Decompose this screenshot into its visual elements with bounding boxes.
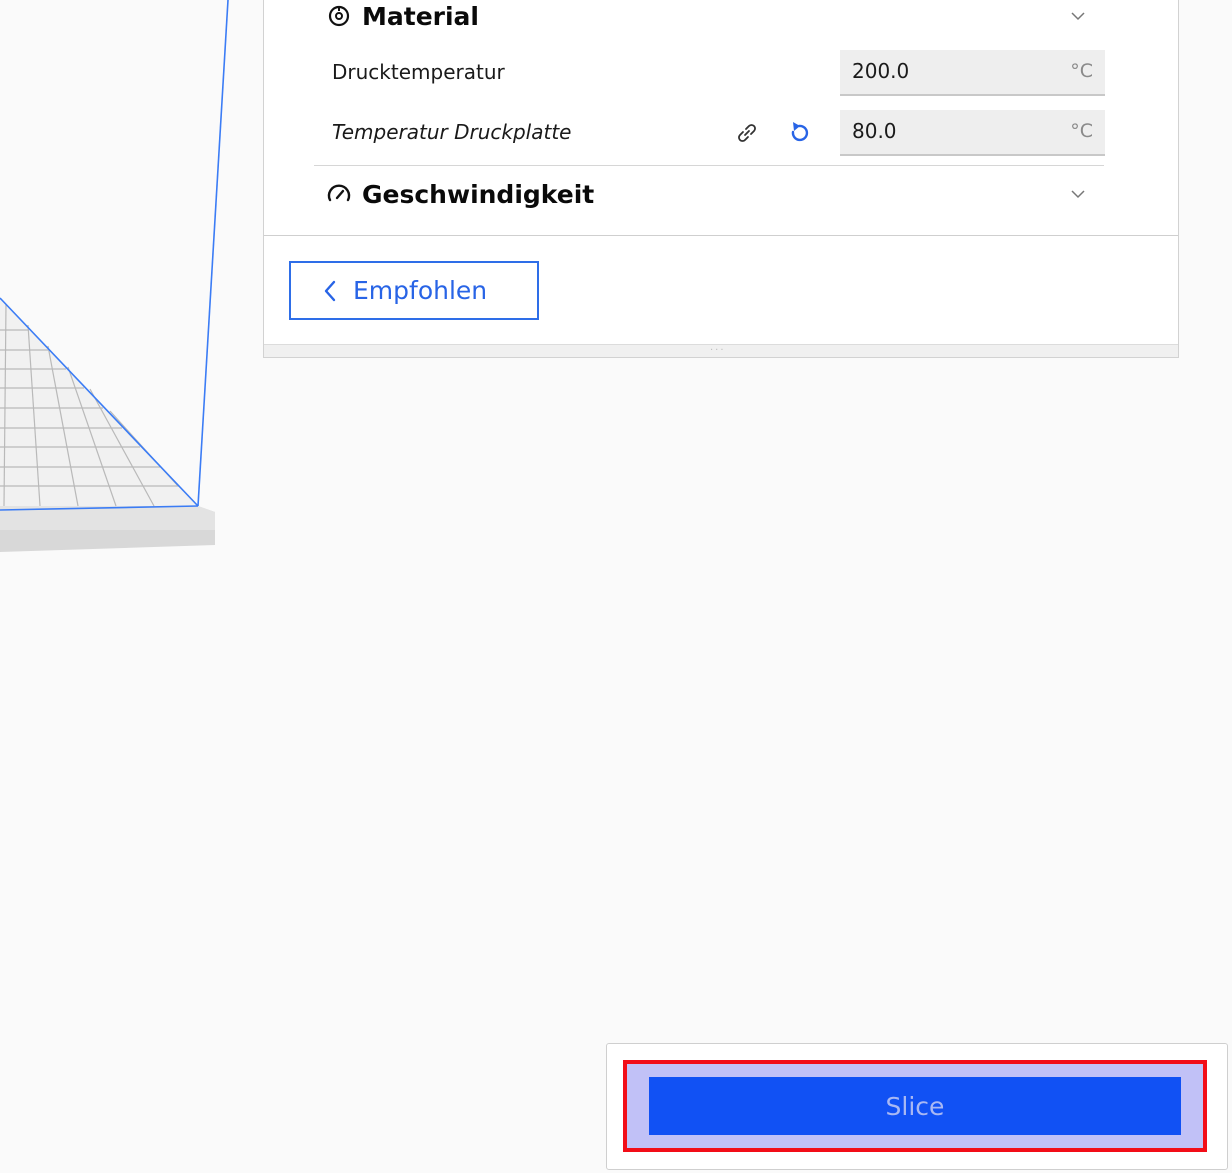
print-temperature-label: Drucktemperatur	[332, 60, 505, 84]
reset-icon[interactable]	[784, 118, 814, 148]
action-panel: Slice	[606, 1043, 1228, 1170]
print-temperature-value: 200.0	[852, 59, 910, 83]
category-material[interactable]: Material	[326, 0, 479, 34]
print-temperature-field[interactable]: 200.0 °C	[840, 50, 1105, 96]
speedometer-icon	[327, 184, 351, 202]
build-plate-temperature-label: Temperatur Druckplatte	[332, 120, 572, 144]
3d-viewport[interactable]: Material Drucktemperatur 200.0 °C Temper…	[0, 0, 1232, 1173]
slice-button[interactable]: Slice	[649, 1077, 1181, 1135]
slice-button-highlight: Slice	[623, 1060, 1207, 1152]
link-icon[interactable]	[732, 118, 762, 148]
chevron-down-icon[interactable]	[1068, 6, 1088, 26]
recommended-mode-label: Empfohlen	[353, 276, 488, 305]
build-plate-temperature-value: 80.0	[852, 119, 897, 143]
print-settings-panel: Material Drucktemperatur 200.0 °C Temper…	[263, 0, 1179, 358]
material-spool-icon	[328, 5, 350, 27]
print-temperature-unit: °C	[1070, 60, 1093, 82]
build-plate-temperature-unit: °C	[1070, 120, 1093, 142]
panel-footer-divider	[264, 235, 1178, 236]
category-speed-title: Geschwindigkeit	[362, 179, 595, 209]
category-divider	[314, 165, 1104, 166]
panel-resize-handle[interactable]: ···	[264, 344, 1178, 357]
category-speed[interactable]: Geschwindigkeit	[326, 176, 594, 212]
recommended-mode-button[interactable]: Empfohlen	[289, 261, 539, 320]
chevron-left-icon	[324, 280, 336, 301]
category-material-title: Material	[362, 1, 479, 31]
build-plate-preview	[0, 0, 229, 552]
drag-handle-icon: ···	[710, 345, 726, 356]
chevron-down-icon[interactable]	[1068, 184, 1088, 204]
build-plate-temperature-field[interactable]: 80.0 °C	[840, 110, 1105, 156]
